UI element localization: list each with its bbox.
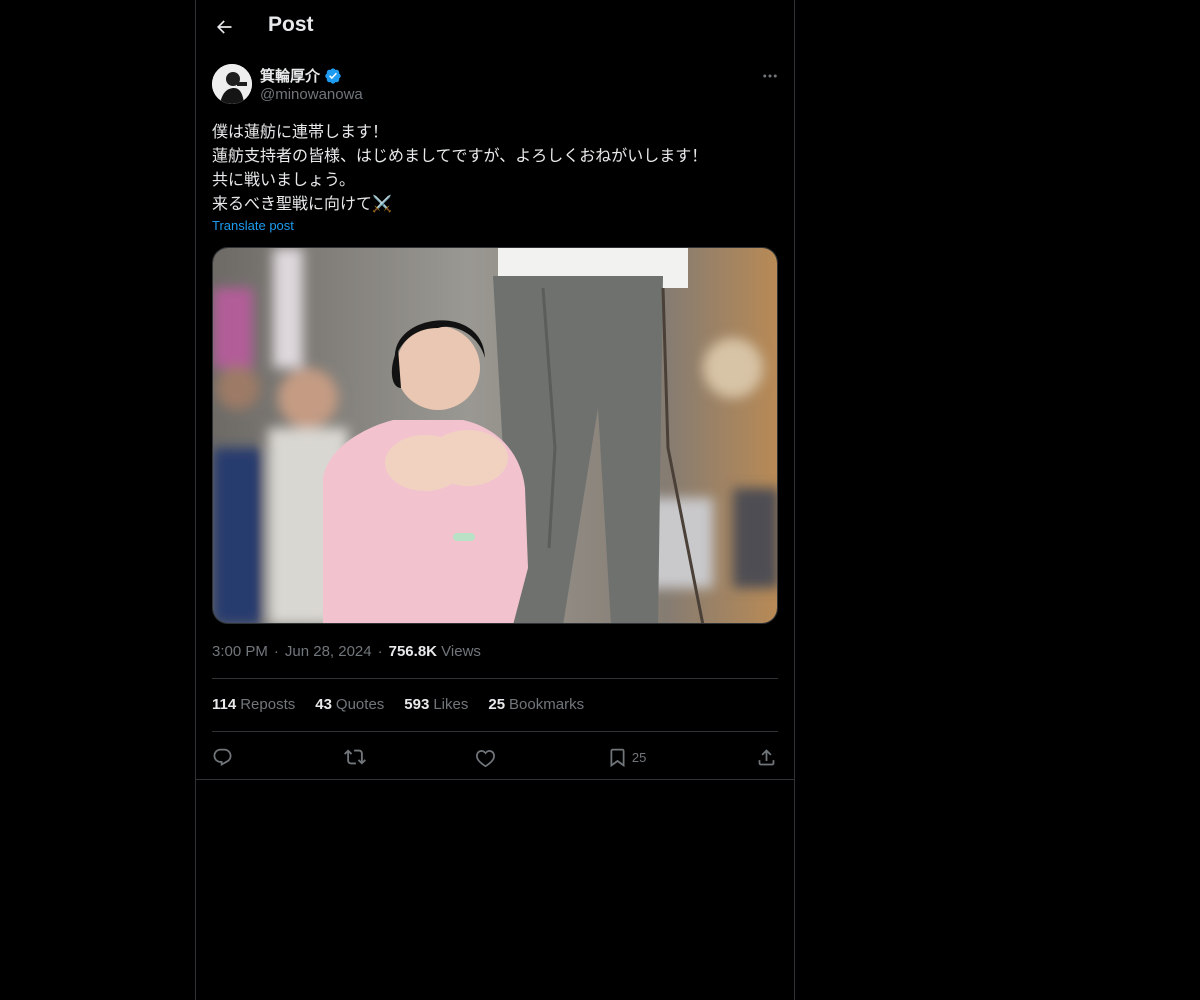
meta-separator: ·: [273, 643, 279, 660]
reposts-stat[interactable]: 114 Reposts: [212, 696, 295, 713]
reply-icon: [213, 748, 232, 766]
divider: [212, 678, 778, 679]
post-meta: 3:00 PM · Jun 28, 2024 · 756.8K Views: [212, 643, 481, 660]
more-horizontal-icon: [763, 74, 777, 78]
bookmark-button[interactable]: 25: [607, 747, 646, 768]
post-text: 僕は蓮舫に連帯します！ 蓮舫支持者の皆様、はじめましてですが、よろしくおねがいし…: [212, 122, 708, 213]
more-options-button[interactable]: [760, 66, 780, 86]
quotes-count: 43: [315, 696, 332, 713]
quotes-label: Quotes: [335, 696, 385, 713]
back-button[interactable]: [208, 11, 240, 43]
views-count: 756.8K: [388, 643, 437, 660]
bookmark-count: 25: [631, 749, 647, 765]
reply-button[interactable]: [212, 747, 234, 768]
meta-separator: ·: [377, 643, 383, 660]
share-button[interactable]: [756, 747, 778, 768]
bookmark-icon: [610, 748, 625, 767]
bookmarks-count: 25: [488, 696, 506, 713]
repost-button[interactable]: [343, 746, 366, 768]
post-time[interactable]: 3:00 PM: [212, 643, 268, 660]
page-title: Post: [268, 13, 314, 36]
verified-badge-icon: [325, 67, 341, 84]
action-bar: 25: [212, 742, 778, 772]
reposts-label: Reposts: [240, 696, 296, 713]
author-handle[interactable]: @minowanowa: [260, 86, 363, 103]
arrow-left-icon: [217, 20, 232, 34]
main-column: Post 箕輪厚介 @minowanowa 僕は蓮舫に連帯します！ 蓮舫支持者の…: [195, 0, 795, 1000]
reposts-count: 114: [212, 696, 237, 713]
divider: [196, 779, 794, 780]
repost-icon: [343, 749, 366, 765]
quotes-stat[interactable]: 43 Quotes: [315, 696, 384, 713]
avatar[interactable]: [212, 64, 252, 104]
likes-label: Likes: [433, 696, 469, 713]
heart-icon: [476, 749, 496, 767]
likes-count: 593: [404, 696, 430, 713]
likes-stat[interactable]: 593 Likes: [404, 696, 468, 713]
post-date[interactable]: Jun 28, 2024: [285, 643, 372, 660]
page-header: Post: [196, 0, 794, 53]
views-label: Views: [441, 643, 481, 660]
post-image[interactable]: [212, 247, 778, 624]
divider: [212, 731, 778, 732]
bookmarks-stat[interactable]: 25 Bookmarks: [488, 696, 584, 713]
author-name-text: 箕輪厚介: [260, 68, 321, 85]
translate-post-link[interactable]: Translate post: [212, 218, 294, 233]
share-icon: [758, 748, 775, 765]
engagement-stats: 114 Reposts 43 Quotes 593 Likes 25 Bookmarks: [212, 696, 584, 713]
bookmarks-label: Bookmarks: [509, 696, 585, 713]
like-button[interactable]: [475, 747, 497, 768]
author-name[interactable]: 箕輪厚介: [260, 65, 342, 86]
